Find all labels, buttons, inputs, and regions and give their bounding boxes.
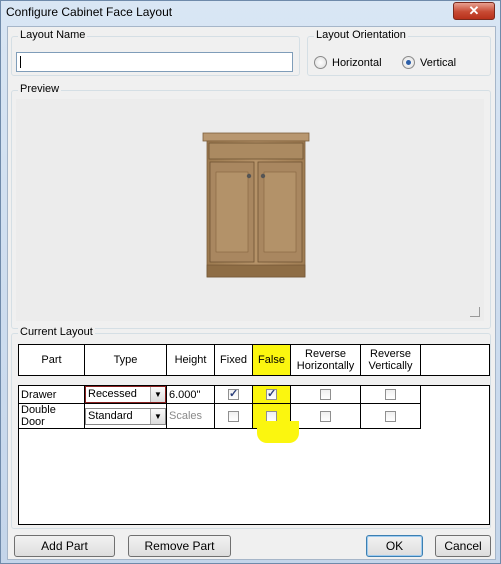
ok-button[interactable]: OK xyxy=(366,535,423,557)
row-reverse-h-cell[interactable] xyxy=(290,385,361,404)
add-part-button[interactable]: Add Part xyxy=(14,535,115,557)
row-reverse-v-cell[interactable] xyxy=(360,385,421,404)
table-row[interactable]: Double Door Standard ▼ Scales xyxy=(18,403,421,429)
current-layout-label: Current Layout xyxy=(18,326,95,338)
false-checkbox[interactable] xyxy=(266,410,277,422)
reverse-h-checkbox[interactable] xyxy=(320,389,331,401)
col-reverse-horizontally-header[interactable]: Reverse Horizontally xyxy=(290,344,361,376)
text-caret xyxy=(20,56,21,68)
reverse-v-line2: Vertically xyxy=(368,360,413,372)
row-fixed-cell[interactable] xyxy=(214,385,253,404)
col-fixed-header[interactable]: Fixed xyxy=(214,344,253,376)
col-part-header[interactable]: Part xyxy=(18,344,85,376)
radio-horizontal-label: Horizontal xyxy=(332,56,382,69)
row-height-cell[interactable]: Scales xyxy=(166,403,215,429)
radio-horizontal-icon[interactable] xyxy=(314,56,327,69)
radio-horizontal[interactable]: Horizontal xyxy=(314,56,382,69)
row-fixed-cell[interactable] xyxy=(214,403,253,429)
layout-name-input[interactable] xyxy=(16,52,293,72)
radio-vertical-label: Vertical xyxy=(420,56,457,69)
row-part-cell[interactable]: Drawer xyxy=(18,385,85,404)
row-part-cell[interactable]: Double Door xyxy=(18,403,85,429)
reverse-v-checkbox[interactable] xyxy=(385,410,396,422)
reverse-v-line1: Reverse xyxy=(370,348,411,360)
preview-canvas xyxy=(16,99,484,321)
type-dropdown[interactable]: Recessed ▼ xyxy=(85,386,166,403)
row-type-cell[interactable]: Recessed ▼ xyxy=(84,385,167,404)
col-height-header[interactable]: Height xyxy=(166,344,215,376)
type-dropdown-value: Recessed xyxy=(88,388,137,400)
row-reverse-v-cell[interactable] xyxy=(360,403,421,429)
radio-vertical[interactable]: Vertical xyxy=(402,56,456,69)
preview-label: Preview xyxy=(18,83,62,95)
preview-group: Preview xyxy=(11,83,491,329)
row-type-cell[interactable]: Standard ▼ xyxy=(84,403,167,429)
type-dropdown-value: Standard xyxy=(88,409,133,422)
radio-vertical-icon[interactable] xyxy=(402,56,415,69)
cabinet-preview-image xyxy=(202,132,310,278)
reverse-h-checkbox[interactable] xyxy=(320,410,331,422)
col-false-header[interactable]: False xyxy=(252,344,291,376)
current-layout-group: Current Layout Part Type Height Fixed Fa… xyxy=(11,326,491,529)
remove-part-button[interactable]: Remove Part xyxy=(128,535,231,557)
row-false-cell[interactable] xyxy=(252,385,291,404)
row-reverse-h-cell[interactable] xyxy=(290,403,361,429)
table-row[interactable]: Drawer Recessed ▼ 6.000" xyxy=(18,385,421,404)
type-dropdown[interactable]: Standard ▼ xyxy=(85,407,166,425)
title-bar[interactable]: Configure Cabinet Face Layout ✕ xyxy=(1,1,500,25)
highlight-marker xyxy=(257,421,299,443)
layout-header-table: Part Type Height Fixed False Reverse Hor… xyxy=(18,344,490,376)
false-checkbox[interactable] xyxy=(266,387,277,401)
reverse-h-line2: Horizontally xyxy=(296,360,355,372)
dialog-window: Configure Cabinet Face Layout ✕ Layout N… xyxy=(0,0,501,564)
layout-orientation-group: Layout Orientation Horizontal Vertical xyxy=(307,29,491,76)
fixed-checkbox[interactable] xyxy=(228,387,239,401)
chevron-down-icon[interactable]: ▼ xyxy=(150,408,165,424)
resize-grip-icon xyxy=(470,307,480,317)
window-title: Configure Cabinet Face Layout xyxy=(6,5,173,19)
col-filler-header xyxy=(420,344,490,376)
row-height-cell[interactable]: 6.000" xyxy=(166,385,215,404)
layout-orientation-label: Layout Orientation xyxy=(314,29,408,41)
dialog-client-area: Layout Name Layout Orientation Horizonta… xyxy=(7,26,496,560)
close-button[interactable]: ✕ xyxy=(453,2,495,20)
col-type-header[interactable]: Type xyxy=(84,344,167,376)
fixed-checkbox[interactable] xyxy=(228,410,239,422)
layout-name-group: Layout Name xyxy=(11,29,300,76)
reverse-h-line1: Reverse xyxy=(305,348,346,360)
reverse-v-checkbox[interactable] xyxy=(385,389,396,401)
cancel-button[interactable]: Cancel xyxy=(435,535,491,557)
chevron-down-icon[interactable]: ▼ xyxy=(150,387,165,402)
layout-rows-table: Drawer Recessed ▼ 6.000" Double Door xyxy=(18,385,421,429)
layout-name-label: Layout Name xyxy=(18,29,88,41)
col-reverse-vertically-header[interactable]: Reverse Vertically xyxy=(360,344,421,376)
close-icon: ✕ xyxy=(468,3,480,18)
